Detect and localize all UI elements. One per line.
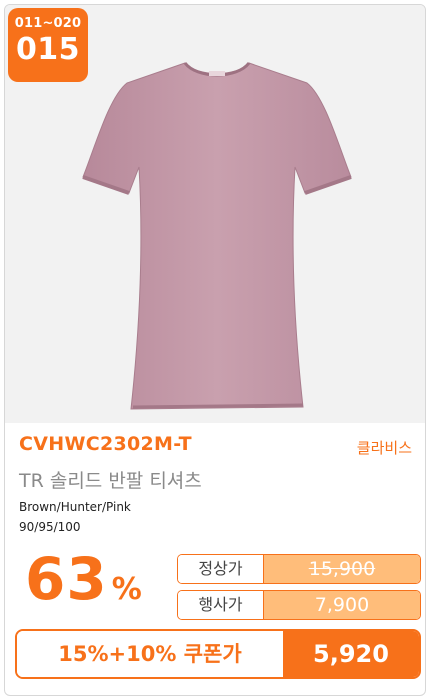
- event-price-row: 행사가 7,900: [177, 590, 421, 620]
- product-image[interactable]: 011~020 015: [5, 5, 425, 423]
- brand-name[interactable]: 클라비스: [357, 437, 412, 458]
- coupon-price-value: 5,920: [283, 631, 419, 677]
- percent-sign: %: [111, 572, 142, 607]
- badge-range: 011~020: [14, 16, 82, 31]
- discount-rate: 63%: [25, 545, 142, 613]
- t-shirt-icon: [82, 61, 352, 410]
- coupon-price-label: 15%+10% 쿠폰가: [17, 631, 283, 677]
- event-price-label: 행사가: [178, 591, 264, 619]
- product-code[interactable]: CVHWC2302M-T: [19, 433, 192, 455]
- discount-percent: 63: [25, 545, 108, 613]
- regular-price-row: 정상가 15,900: [177, 554, 421, 584]
- size-options: 90/95/100: [19, 520, 81, 534]
- product-card[interactable]: 011~020 015 CVHWC2302M-T 클라비스 TR 솔리드 반팔 …: [4, 4, 426, 696]
- regular-price-value: 15,900: [264, 555, 420, 583]
- coupon-price-box[interactable]: 15%+10% 쿠폰가 5,920: [15, 629, 421, 679]
- badge-number: 015: [15, 32, 81, 67]
- rank-badge: 011~020 015: [8, 8, 88, 82]
- event-price-value: 7,900: [264, 591, 420, 619]
- regular-price-label: 정상가: [178, 555, 264, 583]
- product-name[interactable]: TR 솔리드 반팔 티셔츠: [19, 466, 202, 493]
- color-options: Brown/Hunter/Pink: [19, 500, 131, 514]
